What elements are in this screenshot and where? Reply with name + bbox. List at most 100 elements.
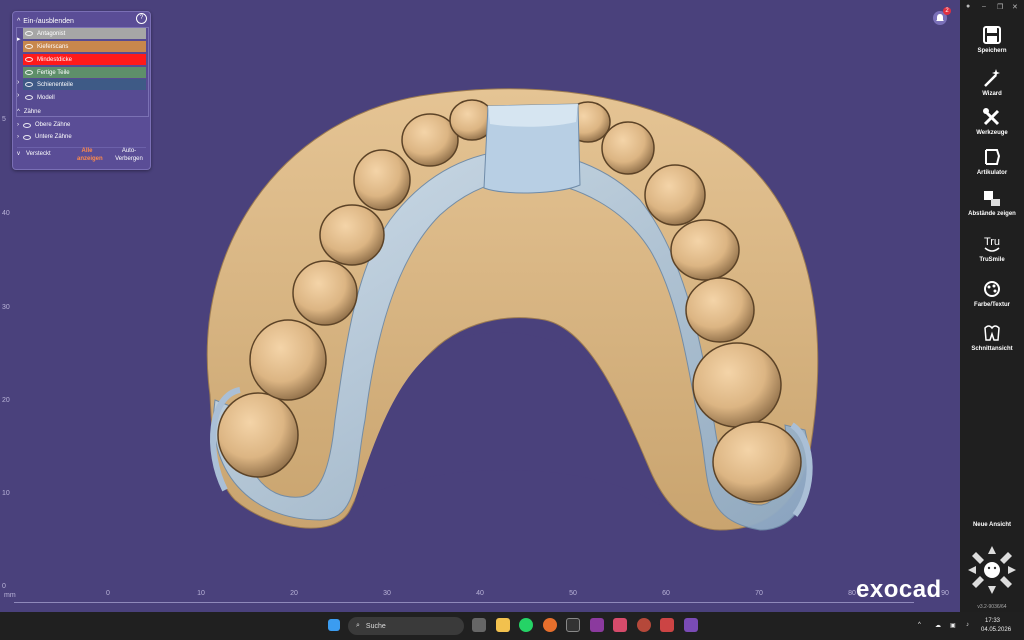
eye-icon[interactable] bbox=[25, 95, 33, 100]
layer-model[interactable]: Modell bbox=[23, 92, 146, 103]
tray-app-icon[interactable]: ▣ bbox=[950, 622, 956, 629]
app-icon[interactable] bbox=[566, 618, 580, 632]
close-icon[interactable]: ✕ bbox=[1012, 3, 1018, 11]
minimize-icon[interactable]: – bbox=[982, 3, 986, 10]
ruler-unit: mm bbox=[4, 592, 16, 599]
notification-count-badge: 2 bbox=[943, 7, 951, 15]
save-icon bbox=[983, 26, 1001, 44]
user-icon[interactable]: ● bbox=[966, 3, 970, 10]
3d-viewport[interactable]: 5 40 30 20 10 0 mm 0 10 20 30 40 50 60 7… bbox=[0, 0, 960, 612]
tooth bbox=[692, 342, 782, 428]
hidden-toggle[interactable]: Versteckt bbox=[26, 151, 51, 157]
section-view-button[interactable]: Schnittansicht bbox=[960, 322, 1024, 352]
trusmile-icon: Tru bbox=[984, 236, 1000, 252]
tree-item-upper-teeth[interactable]: › Obere Zähne bbox=[17, 122, 70, 128]
search-icon: ⌕ bbox=[356, 622, 360, 629]
section-view-icon bbox=[984, 325, 1000, 341]
save-button[interactable]: Speichern bbox=[960, 24, 1024, 54]
tooth bbox=[685, 277, 755, 343]
exocad-logo: exocad bbox=[856, 576, 942, 603]
view-navigation-cube[interactable] bbox=[966, 544, 1018, 596]
tools-label: Werkzeuge bbox=[976, 130, 1008, 136]
layer-antagonist[interactable]: Antagonist bbox=[23, 28, 146, 39]
layer-label: Schienenteile bbox=[37, 81, 74, 88]
show-distances-button[interactable]: Abstände zeigen bbox=[960, 187, 1024, 217]
version-label: v3.2-9036/64 bbox=[977, 604, 1007, 610]
show-all-button[interactable]: Alle anzeigen bbox=[77, 147, 103, 163]
teeth-section-label: Zähne bbox=[23, 109, 41, 115]
trusmile-button[interactable]: Tru TruSmile bbox=[960, 233, 1024, 263]
svg-text:Tru: Tru bbox=[984, 236, 1000, 248]
app-icon[interactable] bbox=[660, 618, 674, 632]
panel-header[interactable]: ^ Ein-/ausblenden bbox=[17, 15, 146, 27]
palette-icon bbox=[984, 281, 1000, 297]
eye-icon[interactable] bbox=[25, 44, 33, 49]
ruler-tick: 0 bbox=[106, 590, 110, 597]
eye-icon[interactable] bbox=[25, 70, 33, 75]
firefox-icon[interactable] bbox=[543, 618, 557, 632]
task-view-icon[interactable] bbox=[472, 618, 486, 632]
tooth bbox=[249, 319, 327, 401]
tree-item-label: Obere Zähne bbox=[35, 122, 71, 128]
expand-schienenteile-icon[interactable]: › bbox=[17, 79, 19, 86]
tooth bbox=[644, 164, 706, 226]
expand-icon[interactable]: › bbox=[17, 134, 19, 140]
clock-time[interactable]: 17:33 bbox=[985, 618, 1000, 624]
save-label: Speichern bbox=[977, 48, 1007, 54]
color-texture-button[interactable]: Farbe/Textur bbox=[960, 278, 1024, 308]
layer-expand-icon[interactable]: ▸ bbox=[17, 35, 21, 43]
layer-splint-parts[interactable]: Schienenteile bbox=[23, 79, 146, 90]
eye-icon[interactable] bbox=[25, 31, 33, 36]
ruler-tick: 40 bbox=[476, 590, 484, 597]
wizard-button[interactable]: Wizard bbox=[960, 67, 1024, 97]
tooth bbox=[712, 421, 802, 503]
ruler-tick: 20 bbox=[290, 590, 298, 597]
articulator-button[interactable]: Artikulator bbox=[960, 146, 1024, 176]
eye-icon[interactable] bbox=[25, 57, 33, 62]
tooth bbox=[292, 260, 358, 326]
teeth-section-header[interactable]: ^ Zähne bbox=[17, 109, 41, 115]
taskbar-search[interactable]: ⌕ Suche bbox=[348, 617, 464, 635]
collapse-icon: ^ bbox=[17, 109, 20, 115]
tree-item-lower-teeth[interactable]: › Untere Zähne bbox=[17, 134, 72, 140]
auto-hide-button[interactable]: Auto- Verbergen bbox=[113, 147, 145, 163]
eye-icon[interactable] bbox=[25, 82, 33, 87]
expand-modell-icon[interactable]: › bbox=[17, 92, 19, 99]
app-icon[interactable] bbox=[684, 618, 698, 632]
app-icon[interactable] bbox=[637, 618, 651, 632]
panel-title: Ein-/ausblenden bbox=[23, 17, 74, 25]
layer-label: Fertige Teile bbox=[37, 69, 70, 76]
whatsapp-icon[interactable] bbox=[519, 618, 533, 632]
tooth bbox=[670, 219, 740, 281]
splint-block-top bbox=[488, 104, 578, 127]
ruler-tick: 80 bbox=[848, 590, 856, 597]
layer-minimum-thickness[interactable]: Mindestdicke bbox=[23, 54, 146, 65]
exocad-taskbar-icon[interactable] bbox=[590, 618, 604, 632]
collapse-icon: ^ bbox=[17, 17, 21, 25]
magic-wand-icon bbox=[984, 69, 1000, 87]
expand-icon[interactable]: › bbox=[17, 122, 19, 128]
color-texture-label: Farbe/Textur bbox=[974, 302, 1010, 308]
file-explorer-icon[interactable] bbox=[496, 618, 510, 632]
volume-icon[interactable]: ♪ bbox=[966, 622, 969, 628]
articulator-icon bbox=[985, 149, 1001, 165]
restore-icon[interactable]: ❐ bbox=[997, 3, 1003, 11]
visibility-panel: ^ Ein-/ausblenden ? ▸ Antagonist Kiefers… bbox=[12, 11, 151, 170]
ruler-tick: 70 bbox=[755, 590, 763, 597]
onedrive-icon[interactable]: ☁ bbox=[935, 622, 941, 629]
app-icon[interactable] bbox=[613, 618, 627, 632]
start-icon[interactable] bbox=[328, 619, 340, 631]
ruler-line bbox=[14, 602, 914, 603]
layer-finished-parts[interactable]: Fertige Teile bbox=[23, 67, 146, 78]
clock-date[interactable]: 04.05.2026 bbox=[981, 627, 1011, 633]
new-view-label: Neue Ansicht bbox=[972, 522, 1012, 528]
tooth bbox=[217, 392, 299, 478]
eye-icon[interactable] bbox=[23, 134, 31, 140]
eye-icon[interactable] bbox=[23, 122, 31, 128]
tray-chevron-icon[interactable]: ^ bbox=[918, 622, 921, 628]
tools-button[interactable]: Werkzeuge bbox=[960, 106, 1024, 136]
help-icon[interactable]: ? bbox=[136, 13, 147, 24]
layer-jaw-scans[interactable]: Kieferscans bbox=[23, 41, 146, 52]
collapse-icon: v bbox=[17, 151, 20, 157]
tooth bbox=[353, 149, 411, 211]
